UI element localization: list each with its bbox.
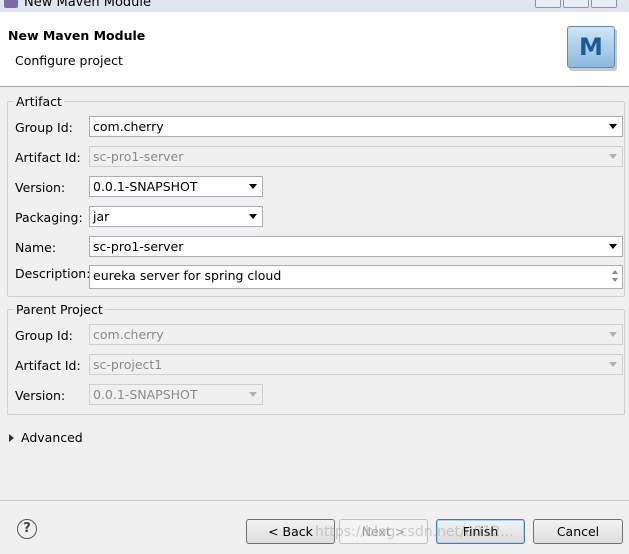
chevron-down-icon[interactable] [609, 124, 617, 129]
window-title: New Maven Module [24, 0, 152, 10]
parent-version-combo: 0.0.1-SNAPSHOT [89, 384, 263, 405]
chevron-down-icon [609, 362, 617, 367]
name-label: Name: [15, 240, 57, 255]
chevron-down-icon [609, 154, 617, 159]
wizard-header: New Maven Module Configure project M [0, 12, 629, 87]
parent-version-label: Version: [15, 388, 66, 403]
parent-project-group-title: Parent Project [14, 302, 105, 317]
version-value: 0.0.1-SNAPSHOT [93, 179, 198, 194]
packaging-combo[interactable]: jar [89, 206, 263, 227]
parent-version-value: 0.0.1-SNAPSHOT [93, 387, 198, 402]
packaging-value: jar [93, 209, 110, 224]
back-button[interactable]: < Back [246, 519, 335, 544]
chevron-down-icon[interactable] [249, 184, 257, 189]
chevron-down-icon [609, 332, 617, 337]
group-id-value: com.cherry [93, 119, 164, 134]
chevron-down-icon[interactable] [249, 214, 257, 219]
parent-group-id-label: Group Id: [15, 328, 73, 343]
parent-group-id-combo: com.cherry [89, 324, 623, 345]
artifact-id-value: sc-pro1-server [93, 149, 184, 164]
chevron-right-icon[interactable] [9, 434, 14, 442]
minimize-button[interactable] [535, 0, 561, 8]
title-bar: New Maven Module [0, 0, 629, 12]
advanced-label: Advanced [21, 430, 83, 445]
cancel-button[interactable]: Cancel [533, 519, 623, 544]
help-icon[interactable]: ? [17, 519, 37, 539]
advanced-expander[interactable]: Advanced [9, 430, 83, 445]
footer-divider [0, 500, 629, 501]
group-id-label: Group Id: [15, 120, 73, 135]
maven-logo-icon: M [567, 26, 615, 68]
parent-artifact-id-combo: sc-project1 [89, 354, 623, 375]
close-button[interactable] [591, 0, 617, 8]
version-label: Version: [15, 180, 66, 195]
finish-button[interactable]: Finish [436, 519, 525, 544]
version-combo[interactable]: 0.0.1-SNAPSHOT [89, 176, 263, 197]
description-textarea[interactable]: eureka server for spring cloud [89, 265, 623, 289]
name-value: sc-pro1-server [93, 239, 184, 254]
page-title: New Maven Module [8, 28, 146, 43]
chevron-down-icon[interactable] [609, 244, 617, 249]
parent-artifact-id-label: Artifact Id: [15, 358, 81, 373]
artifact-group-title: Artifact [14, 94, 64, 109]
parent-group-id-value: com.cherry [93, 327, 164, 342]
parent-artifact-id-value: sc-project1 [93, 357, 163, 372]
page-subtitle: Configure project [15, 53, 123, 68]
description-label: Description: [15, 266, 91, 281]
group-id-combo[interactable]: com.cherry [89, 116, 623, 137]
next-button[interactable]: Next > [339, 519, 428, 544]
scroll-down-icon[interactable] [612, 278, 618, 282]
maven-logo-letter: M [579, 33, 603, 61]
scroll-up-icon[interactable] [612, 270, 618, 274]
artifact-id-label: Artifact Id: [15, 150, 81, 165]
description-value: eureka server for spring cloud [93, 268, 282, 283]
maximize-button[interactable] [563, 0, 589, 8]
chevron-down-icon [249, 392, 257, 397]
artifact-id-combo: sc-pro1-server [89, 146, 623, 167]
app-icon [4, 0, 18, 8]
name-combo[interactable]: sc-pro1-server [89, 236, 623, 257]
packaging-label: Packaging: [15, 210, 83, 225]
